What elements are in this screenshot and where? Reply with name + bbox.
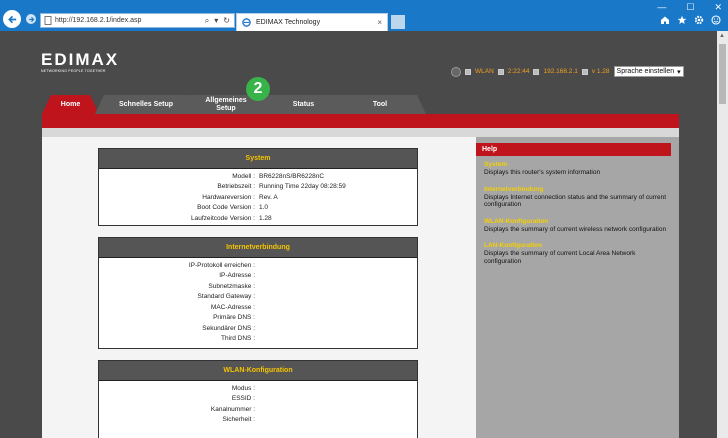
uptime-text: 2:22:44 [507, 68, 530, 75]
help-item-title: System [484, 161, 508, 168]
nav-underline-bar [42, 114, 679, 128]
help-item-desc: Displays the summary of current Local Ar… [484, 250, 636, 265]
gear-icon[interactable] [694, 15, 704, 25]
internet-panel-title: Internetverbindung [99, 238, 417, 258]
table-row: Subnetzmaske : [208, 282, 255, 290]
main-content: System Modell : BR6228nS/BR6228nC Betrieb… [42, 137, 476, 438]
table-row: Modell : BR6228nS/BR6228nC [232, 172, 325, 180]
table-row: Third DNS : [221, 335, 255, 343]
help-item: WLAN-Konfiguration Displays the summary … [476, 209, 679, 234]
table-row: Modus : [231, 384, 255, 392]
table-row: Primäre DNS : [213, 314, 255, 322]
table-row: Sicherheit : [222, 416, 255, 424]
star-icon[interactable] [677, 15, 687, 25]
lan-status-icon [533, 68, 540, 75]
table-row: IP-Adresse : [219, 272, 255, 280]
status-square-icon [465, 68, 471, 75]
maximize-icon[interactable]: ☐ [686, 2, 694, 13]
help-item-desc: Displays this router's system informatio… [484, 169, 601, 176]
ip-text: 192.168.2.1 [543, 68, 578, 75]
help-item: Internetverbindung Displays Internet con… [476, 177, 679, 209]
dropdown-icon[interactable]: ▾ [214, 16, 218, 26]
table-row: Standard Gateway : [197, 293, 255, 301]
wlan-label: WLAN [475, 68, 494, 75]
smiley-icon[interactable] [711, 15, 721, 25]
nav-sub-bar [42, 128, 679, 137]
browser-titlebar: http://192.168.2.1/index.asp ⌕ ▾ ↻ EDIMA… [0, 0, 728, 31]
arrow-left-icon [7, 15, 16, 23]
tab-title: EDIMAX Technology [256, 19, 321, 26]
home-icon[interactable] [660, 15, 670, 25]
browser-tools [660, 15, 721, 25]
logo-tagline: NETWORKING PEOPLE TOGETHER [41, 69, 106, 73]
help-sidebar: Help System Displays this router's syste… [476, 137, 679, 438]
table-row: Hardwareversion : Rev. A [202, 193, 278, 201]
url-text: http://192.168.2.1/index.asp [55, 17, 142, 24]
help-item: LAN-Konfiguration Displays the summary o… [476, 233, 679, 265]
wlan-panel-title: WLAN-Konfiguration [99, 361, 417, 381]
table-row: Sekundärer DNS : [202, 324, 255, 332]
system-panel-title: System [99, 149, 417, 169]
system-panel: System Modell : BR6228nS/BR6228nC Betrieb… [98, 148, 418, 226]
table-row: IP-Protokoll erreichen : [188, 261, 255, 269]
internet-panel: Internetverbindung IP-Protokoll erreiche… [98, 237, 418, 349]
globe-icon [451, 66, 461, 77]
table-row: Kanalnummer : [210, 405, 255, 413]
help-item-desc: Displays Internet connection status and … [484, 193, 667, 209]
tab-home[interactable]: Home [42, 95, 99, 114]
minimize-icon[interactable]: — [657, 2, 666, 13]
help-item-title: Internetverbindung [484, 185, 544, 193]
window-controls: — ☐ ✕ [657, 2, 722, 13]
ie-favicon-icon [242, 18, 251, 27]
page-icon [44, 16, 52, 25]
tab-close-icon[interactable]: × [377, 18, 382, 27]
table-row: Laufzeitcode Version :1.28 [191, 214, 272, 222]
scroll-up-icon[interactable]: ▲ [719, 33, 725, 39]
edimax-logo: EDIMAX NETWORKING PEOPLE TOGETHER [41, 50, 120, 73]
help-title: Help [476, 143, 671, 156]
version-status-icon [581, 68, 588, 75]
address-bar[interactable]: http://192.168.2.1/index.asp ⌕ ▾ ↻ [40, 13, 235, 28]
refresh-icon[interactable]: ↻ [223, 16, 230, 26]
version-text: v 1.28 [591, 68, 610, 75]
language-select[interactable]: Sprache einstellen ▾ [613, 66, 684, 77]
table-row: Betriebszeit : Running Time 22day 08:28:5… [217, 183, 346, 191]
scrollbar-thumb[interactable] [719, 44, 726, 104]
step-badge: 2 [246, 77, 270, 101]
browser-tab[interactable]: EDIMAX Technology × [236, 13, 388, 31]
help-item-title: LAN-Konfiguration [484, 242, 543, 249]
table-row: ESSID : [231, 395, 255, 403]
help-item: System Displays this router's system inf… [476, 156, 679, 177]
table-row: Boot Code Version :1.0 [197, 204, 269, 212]
back-button[interactable] [3, 10, 21, 28]
chevron-down-icon: ▾ [677, 68, 681, 76]
arrow-right-icon [28, 16, 34, 22]
search-icon[interactable]: ⌕ [205, 16, 209, 26]
help-item-title: WLAN-Konfiguration [484, 217, 549, 225]
tab-tool[interactable]: Tool [334, 95, 426, 114]
wlan-panel: WLAN-Konfiguration Modus : ESSID : Kanal… [98, 360, 418, 438]
help-item-desc: Displays the summary of current wireless… [484, 225, 667, 233]
wlan-status-icon [497, 68, 504, 75]
close-window-icon[interactable]: ✕ [714, 2, 722, 13]
table-row: MAC-Adresse : [210, 303, 255, 311]
status-indicators: WLAN 2:22:44 192.168.2.1 v 1.28 Sprache … [451, 66, 684, 77]
new-tab-button[interactable] [391, 15, 405, 29]
forward-button[interactable] [26, 14, 36, 24]
